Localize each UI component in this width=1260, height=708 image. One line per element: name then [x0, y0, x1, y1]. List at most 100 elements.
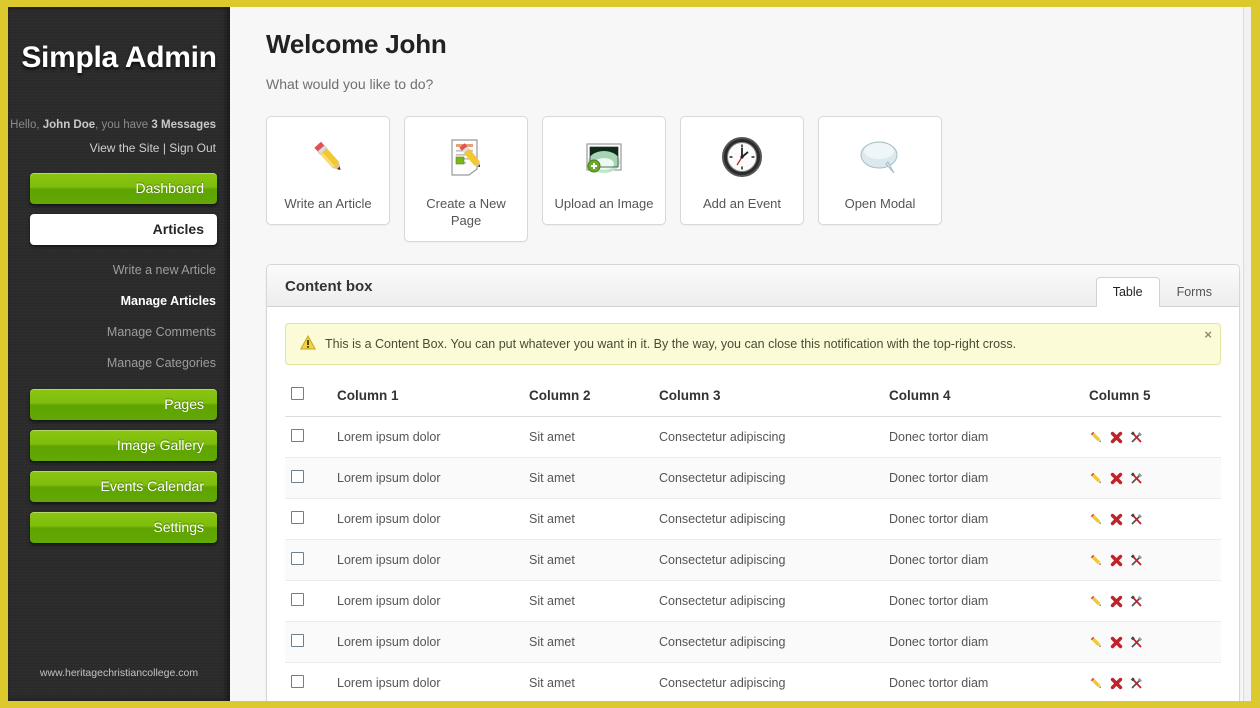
cell-column-2[interactable]: Sit amet: [523, 457, 653, 499]
column-header-5[interactable]: Column 5: [1083, 379, 1221, 417]
sidebar-item-events-calendar[interactable]: Events Calendar: [30, 471, 217, 502]
select-all-checkbox[interactable]: [291, 387, 304, 400]
close-icon[interactable]: ×: [1204, 327, 1212, 342]
card-write-an-article[interactable]: Write an Article: [266, 116, 390, 225]
quick-action-cards: Write an Article Create a New Page Uploa…: [266, 116, 1229, 242]
vertical-scrollbar[interactable]: [1243, 7, 1251, 701]
sidebar-item-manage-comments[interactable]: Manage Comments: [8, 317, 230, 348]
row-actions: [1089, 471, 1215, 486]
table-row: Lorem ipsum dolor Sit amet Consectetur adi…: [285, 498, 1221, 540]
table-row: Lorem ipsum dolor Sit amet Consectetur adi…: [285, 662, 1221, 701]
sign-out-link[interactable]: Sign Out: [169, 141, 216, 155]
row-checkbox[interactable]: [291, 593, 304, 606]
delete-cross-icon[interactable]: [1109, 471, 1124, 486]
sidebar-item-image-gallery[interactable]: Image Gallery: [30, 430, 217, 461]
row-select-cell: [285, 498, 331, 540]
tab-forms[interactable]: Forms: [1160, 277, 1229, 307]
cell-column-2[interactable]: Sit amet: [523, 621, 653, 663]
cell-column-4: Donec tortor diam: [883, 457, 1083, 499]
tools-icon[interactable]: [1129, 676, 1144, 691]
edit-pencil-icon[interactable]: [1089, 471, 1104, 486]
delete-cross-icon[interactable]: [1109, 512, 1124, 527]
table-row: Lorem ipsum dolor Sit amet Consectetur adi…: [285, 539, 1221, 581]
pencil-icon: [273, 131, 383, 183]
delete-cross-icon[interactable]: [1109, 635, 1124, 650]
row-checkbox[interactable]: [291, 552, 304, 565]
sidebar-nav: Dashboard Articles Write a new Article M…: [8, 173, 230, 543]
cell-column-5: [1083, 580, 1221, 622]
delete-cross-icon[interactable]: [1109, 594, 1124, 609]
row-checkbox[interactable]: [291, 634, 304, 647]
app-window: Simpla Admin Hello, John Doe, you have 3…: [0, 0, 1260, 708]
sidebar-item-manage-categories[interactable]: Manage Categories: [8, 348, 230, 379]
column-header-2[interactable]: Column 2: [523, 379, 653, 417]
cell-column-3: Consectetur adipiscing: [653, 416, 883, 458]
card-add-an-event[interactable]: Add an Event: [680, 116, 804, 225]
cell-column-3: Consectetur adipiscing: [653, 621, 883, 663]
tools-icon[interactable]: [1129, 553, 1144, 568]
cell-column-2[interactable]: Sit amet: [523, 498, 653, 540]
row-actions: [1089, 676, 1215, 691]
tools-icon[interactable]: [1129, 512, 1144, 527]
row-actions: [1089, 512, 1215, 527]
sidebar-subnav-articles: Write a new Article Manage Articles Mana…: [8, 255, 230, 379]
sidebar-item-pages[interactable]: Pages: [30, 389, 217, 420]
sidebar-item-write-new-article[interactable]: Write a new Article: [8, 255, 230, 286]
card-create-a-new-page[interactable]: Create a New Page: [404, 116, 528, 242]
sidebar-item-settings[interactable]: Settings: [30, 512, 217, 543]
sidebar-item-dashboard[interactable]: Dashboard: [30, 173, 217, 204]
cell-column-3: Consectetur adipiscing: [653, 580, 883, 622]
edit-pencil-icon[interactable]: [1089, 635, 1104, 650]
cell-column-5: [1083, 539, 1221, 581]
table-row: Lorem ipsum dolor Sit amet Consectetur adi…: [285, 457, 1221, 499]
card-open-modal[interactable]: Open Modal: [818, 116, 942, 225]
card-label: Write an Article: [284, 196, 372, 211]
cell-column-5: [1083, 662, 1221, 701]
tools-icon[interactable]: [1129, 430, 1144, 445]
tab-table[interactable]: Table: [1095, 277, 1160, 307]
cell-column-2[interactable]: Sit amet: [523, 662, 653, 701]
message-count: 3 Messages: [151, 119, 216, 131]
row-checkbox[interactable]: [291, 470, 304, 483]
row-checkbox[interactable]: [291, 675, 304, 688]
cell-column-4: Donec tortor diam: [883, 498, 1083, 540]
delete-cross-icon[interactable]: [1109, 676, 1124, 691]
sidebar-item-manage-articles[interactable]: Manage Articles: [8, 286, 230, 317]
column-header-4[interactable]: Column 4: [883, 379, 1083, 417]
tools-icon[interactable]: [1129, 594, 1144, 609]
column-header-1[interactable]: Column 1: [331, 379, 523, 417]
tools-icon[interactable]: [1129, 471, 1144, 486]
row-actions: [1089, 430, 1215, 445]
cell-column-2[interactable]: Sit amet: [523, 416, 653, 458]
cell-column-2[interactable]: Sit amet: [523, 580, 653, 622]
cell-column-3: Consectetur adipiscing: [653, 662, 883, 701]
card-upload-an-image[interactable]: Upload an Image: [542, 116, 666, 225]
row-select-cell: [285, 457, 331, 499]
view-site-link[interactable]: View the Site: [90, 141, 160, 155]
sidebar-item-articles[interactable]: Articles: [30, 214, 217, 245]
edit-pencil-icon[interactable]: [1089, 430, 1104, 445]
edit-pencil-icon[interactable]: [1089, 594, 1104, 609]
row-checkbox[interactable]: [291, 511, 304, 524]
content-box-header: Content box Table Forms: [267, 265, 1239, 307]
cell-column-5: [1083, 498, 1221, 540]
cell-column-2[interactable]: Sit amet: [523, 539, 653, 581]
cell-column-3: Consectetur adipiscing: [653, 539, 883, 581]
edit-pencil-icon[interactable]: [1089, 676, 1104, 691]
cell-column-5: [1083, 416, 1221, 458]
card-label: Create a New Page: [426, 196, 506, 228]
column-header-3[interactable]: Column 3: [653, 379, 883, 417]
cell-column-1: Lorem ipsum dolor: [331, 580, 523, 622]
sidebar-subitem-label: Manage Categories: [106, 356, 216, 370]
content-box-body: This is a Content Box. You can put whate…: [267, 307, 1239, 701]
cell-column-1: Lorem ipsum dolor: [331, 662, 523, 701]
delete-cross-icon[interactable]: [1109, 430, 1124, 445]
edit-pencil-icon[interactable]: [1089, 553, 1104, 568]
edit-pencil-icon[interactable]: [1089, 512, 1104, 527]
user-name: John Doe: [42, 119, 96, 131]
row-checkbox[interactable]: [291, 429, 304, 442]
sidebar-subitem-label: Manage Comments: [106, 325, 216, 339]
delete-cross-icon[interactable]: [1109, 553, 1124, 568]
tools-icon[interactable]: [1129, 635, 1144, 650]
table-row: Lorem ipsum dolor Sit amet Consectetur adi…: [285, 580, 1221, 622]
